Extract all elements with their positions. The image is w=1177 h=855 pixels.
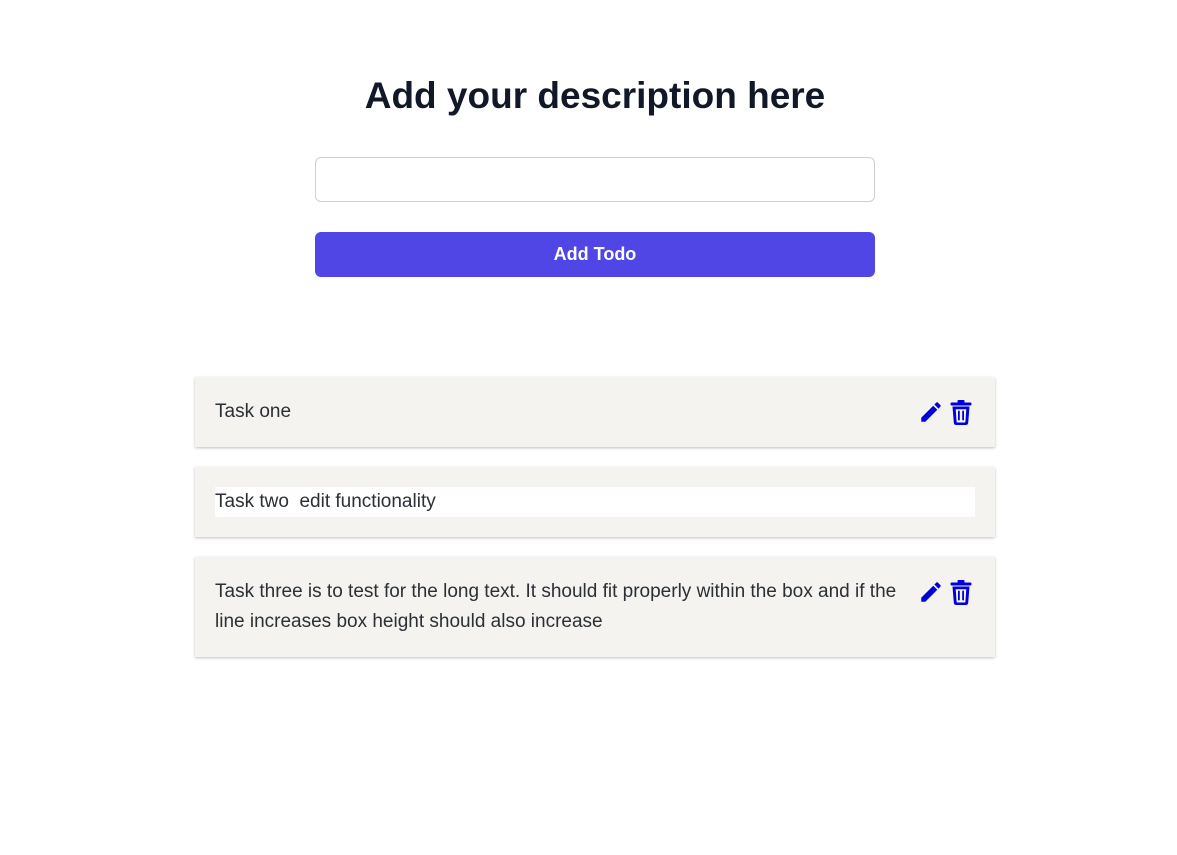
- todo-actions: [917, 397, 975, 427]
- todo-text: Task one: [215, 401, 292, 422]
- todo-edit-input[interactable]: [215, 487, 975, 517]
- add-todo-button[interactable]: Add Todo: [315, 232, 875, 277]
- page-title: Add your description here: [364, 75, 826, 116]
- todo-text: Task three is to test for the long text.…: [215, 581, 897, 632]
- pencil-icon[interactable]: [917, 577, 945, 607]
- trash-icon[interactable]: [947, 577, 975, 607]
- todo-item-editing: [195, 467, 995, 537]
- todo-list: Task one Task three is to test for th: [195, 377, 995, 677]
- trash-icon[interactable]: [947, 397, 975, 427]
- todo-item: Task three is to test for the long text.…: [195, 557, 995, 657]
- todo-item: Task one: [195, 377, 995, 447]
- todo-actions: [917, 577, 975, 607]
- pencil-icon[interactable]: [917, 397, 945, 427]
- todo-description-input[interactable]: [315, 157, 875, 202]
